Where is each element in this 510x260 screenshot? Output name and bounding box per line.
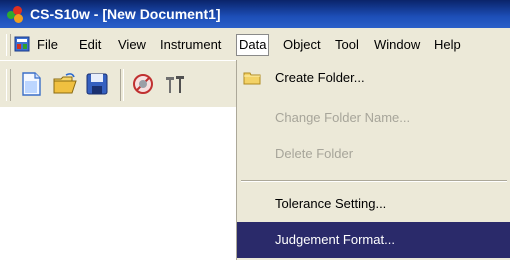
menu-help[interactable]: Help — [432, 35, 463, 55]
save-icon[interactable] — [84, 71, 110, 97]
connect-icon[interactable] — [130, 71, 156, 97]
menu-item-label: Change Folder Name... — [275, 110, 411, 125]
title-bar: CS-S10w - [New Document1] — [0, 0, 510, 28]
menu-item-label: Judgement Format... — [275, 232, 395, 247]
menubar-grip[interactable] — [6, 34, 11, 56]
menu-item-label: Create Folder... — [275, 70, 365, 85]
menu-separator — [241, 180, 507, 182]
menu-item-label: Tolerance Setting... — [275, 196, 387, 211]
toolbar-grip[interactable] — [6, 69, 11, 101]
folder-icon — [243, 72, 261, 85]
menu-bar: File Edit View Instrument Data Object To… — [0, 28, 510, 61]
tool-icon[interactable] — [162, 71, 188, 97]
menu-item-tolerance-setting[interactable]: Tolerance Setting... — [237, 186, 510, 222]
open-folder-icon[interactable] — [52, 71, 78, 97]
menu-item-change-folder-name[interactable]: Change Folder Name... — [237, 100, 510, 136]
menu-edit[interactable]: Edit — [77, 35, 103, 55]
menu-item-judgement-format[interactable]: Judgement Format... — [237, 222, 510, 258]
menu-tool[interactable]: Tool — [333, 35, 361, 55]
menu-window[interactable]: Window — [372, 35, 422, 55]
app-icon — [6, 4, 26, 24]
new-document-icon[interactable] — [18, 71, 44, 97]
menu-file[interactable]: File — [35, 35, 60, 55]
data-menu-dropdown: Create Folder... Change Folder Name... D… — [236, 60, 510, 260]
menu-view[interactable]: View — [116, 35, 148, 55]
menu-object[interactable]: Object — [281, 35, 323, 55]
toolbar-separator — [120, 69, 124, 101]
menu-item-delete-folder[interactable]: Delete Folder — [237, 136, 510, 172]
menu-item-create-folder[interactable]: Create Folder... — [237, 60, 510, 96]
menu-instrument[interactable]: Instrument — [158, 35, 223, 55]
window-title: CS-S10w - [New Document1] — [30, 6, 221, 22]
menu-item-label: Delete Folder — [275, 146, 354, 161]
menu-data[interactable]: Data — [236, 34, 270, 56]
document-menu-icon[interactable] — [14, 36, 30, 52]
toolbar — [0, 61, 240, 107]
